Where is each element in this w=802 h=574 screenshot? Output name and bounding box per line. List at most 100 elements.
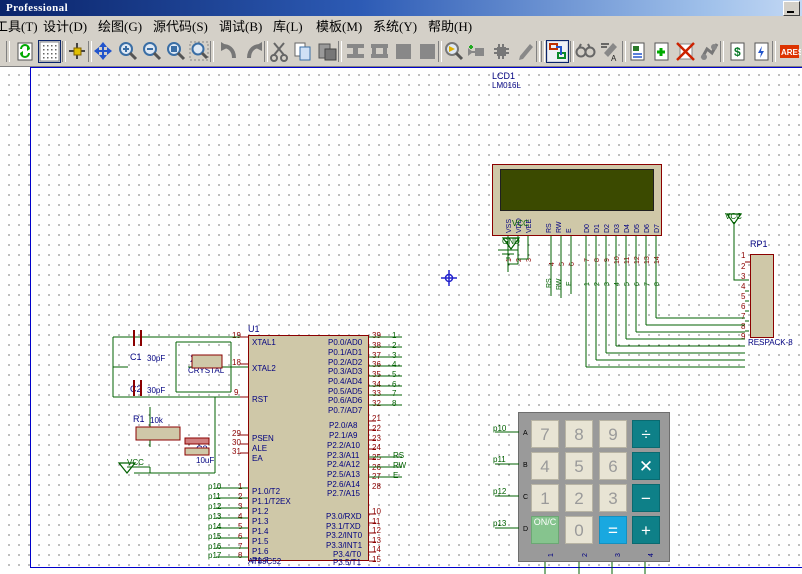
keypad-key-4[interactable]: 4 bbox=[531, 452, 559, 480]
pan-icon[interactable] bbox=[92, 40, 115, 63]
copy-icon[interactable] bbox=[292, 40, 315, 63]
mcu-net-p16[interactable]: p16 bbox=[208, 543, 221, 551]
packaging-tool-icon[interactable] bbox=[490, 40, 513, 63]
lcd-net-d6[interactable]: 7 bbox=[644, 282, 651, 286]
mcu-net-d7[interactable]: 8 bbox=[392, 400, 396, 408]
grid-toggle-icon[interactable] bbox=[38, 40, 61, 63]
c1-ref[interactable]: C1 bbox=[130, 353, 142, 362]
design-explorer-icon[interactable] bbox=[626, 40, 649, 63]
left-vcc-label[interactable]: VCC bbox=[127, 459, 144, 467]
mcu-net-p15[interactable]: p15 bbox=[208, 533, 221, 541]
menu-item-sourcecode[interactable]: 源代码(S) bbox=[150, 18, 211, 35]
wire-autorouter-icon[interactable] bbox=[546, 40, 569, 63]
undo-icon[interactable] bbox=[218, 40, 241, 63]
block-rotate-icon[interactable] bbox=[392, 40, 415, 63]
mcu-net-d0[interactable]: 1 bbox=[392, 332, 396, 340]
mcu-net-d3[interactable]: 4 bbox=[392, 361, 396, 369]
lcd-net-rw[interactable]: RW bbox=[556, 278, 563, 290]
refresh-icon[interactable] bbox=[14, 40, 37, 63]
keypad-key-multiply[interactable]: ✕ bbox=[632, 452, 660, 480]
x1-ref[interactable]: X1 bbox=[190, 355, 201, 364]
respack-body[interactable] bbox=[750, 254, 774, 338]
keypad-key-on-c[interactable]: ON/C bbox=[531, 516, 559, 544]
lcd-vcc-label[interactable]: VCC bbox=[512, 220, 529, 228]
keypad-key-1[interactable]: 1 bbox=[531, 484, 559, 512]
zoom-area-icon[interactable] bbox=[188, 40, 211, 63]
lcd-net-d3[interactable]: 4 bbox=[614, 282, 621, 286]
menu-item-tools[interactable]: 工具(T) bbox=[0, 18, 41, 35]
origin-icon[interactable] bbox=[66, 40, 89, 63]
make-device-icon[interactable] bbox=[466, 40, 489, 63]
keypad-net-row-b[interactable]: p11 bbox=[493, 456, 506, 464]
menu-item-graph[interactable]: 绘图(G) bbox=[95, 18, 145, 35]
mcu-net-rs[interactable]: RS bbox=[393, 452, 404, 460]
keypad-key-6[interactable]: 6 bbox=[599, 452, 627, 480]
zoom-in-icon[interactable] bbox=[116, 40, 139, 63]
c3-ref[interactable]: C3 bbox=[196, 445, 208, 454]
new-sheet-icon[interactable] bbox=[650, 40, 673, 63]
mcu-net-e[interactable]: E bbox=[393, 472, 398, 480]
keypad-net-row-c[interactable]: p12 bbox=[493, 488, 506, 496]
redo-icon[interactable] bbox=[242, 40, 265, 63]
remove-sheet-icon[interactable] bbox=[674, 40, 697, 63]
keypad-key-7[interactable]: 7 bbox=[531, 420, 559, 448]
cut-icon[interactable] bbox=[268, 40, 291, 63]
schematic-canvas[interactable]: LCD1 LM016L VSS VDD VEE RS RW E D0 D1 D2… bbox=[0, 67, 802, 574]
mcu-net-rw[interactable]: RW bbox=[393, 462, 406, 470]
menu-item-help[interactable]: 帮助(H) bbox=[425, 18, 475, 35]
mcu-net-p10[interactable]: p10 bbox=[208, 483, 221, 491]
keypad-net-row-d[interactable]: p13 bbox=[493, 520, 506, 528]
r1-value[interactable]: 10k bbox=[150, 417, 163, 425]
mcu-net-d1[interactable]: 2 bbox=[392, 342, 396, 350]
keypad-key-2[interactable]: 2 bbox=[565, 484, 593, 512]
menu-item-system[interactable]: 系统(Y) bbox=[370, 18, 420, 35]
mcu-ref[interactable]: U1 bbox=[248, 325, 260, 334]
search-tag-icon[interactable] bbox=[574, 40, 597, 63]
lcd-net-e[interactable]: E bbox=[566, 281, 573, 286]
pick-device-icon[interactable] bbox=[442, 40, 465, 63]
respack-vcc-label[interactable]: VCC bbox=[725, 213, 742, 221]
mcu-net-d2[interactable]: 3 bbox=[392, 352, 396, 360]
netlist-to-ares-icon[interactable]: ARES bbox=[778, 40, 801, 63]
exit-sheet-icon[interactable] bbox=[698, 40, 721, 63]
mcu-net-d6[interactable]: 7 bbox=[392, 390, 396, 398]
keypad-key-8[interactable]: 8 bbox=[565, 420, 593, 448]
lcd-gnd-label[interactable]: GND bbox=[502, 238, 520, 246]
block-move-icon[interactable] bbox=[368, 40, 391, 63]
mcu-net-d5[interactable]: 6 bbox=[392, 381, 396, 389]
property-assignment-icon[interactable]: A bbox=[598, 40, 621, 63]
menu-item-design[interactable]: 设计(D) bbox=[40, 18, 90, 35]
menu-item-debug[interactable]: 调试(B) bbox=[216, 18, 265, 35]
c3-value[interactable]: 10uF bbox=[196, 457, 214, 465]
menu-item-template[interactable]: 模板(M) bbox=[313, 18, 365, 35]
keypad-key-minus[interactable]: − bbox=[632, 484, 660, 512]
c2-value[interactable]: 30pF bbox=[147, 387, 165, 395]
lcd-net-d0[interactable]: 1 bbox=[584, 282, 591, 286]
electrical-rule-check-icon[interactable] bbox=[750, 40, 773, 63]
lcd-net-d1[interactable]: 2 bbox=[594, 282, 601, 286]
lcd-net-rs[interactable]: RS bbox=[546, 278, 553, 288]
r1-ref[interactable]: R1 bbox=[133, 415, 145, 424]
decompose-icon[interactable] bbox=[514, 40, 537, 63]
mcu-net-d4[interactable]: 5 bbox=[392, 371, 396, 379]
keypad-key-3[interactable]: 3 bbox=[599, 484, 627, 512]
mcu-net-p17[interactable]: p17 bbox=[208, 552, 221, 560]
lcd-net-d4[interactable]: 5 bbox=[624, 282, 631, 286]
block-copy-icon[interactable] bbox=[344, 40, 367, 63]
respack-ref[interactable]: RP1 bbox=[750, 240, 768, 249]
block-delete-icon[interactable] bbox=[416, 40, 439, 63]
lcd-net-d2[interactable]: 3 bbox=[604, 282, 611, 286]
respack-value[interactable]: RESPACK-8 bbox=[748, 339, 793, 347]
mcu-net-p14[interactable]: p14 bbox=[208, 523, 221, 531]
lcd-net-d5[interactable]: 6 bbox=[634, 282, 641, 286]
keypad-key-9[interactable]: 9 bbox=[599, 420, 627, 448]
lcd-net-d7[interactable]: 8 bbox=[654, 282, 661, 286]
lcd-value[interactable]: LM016L bbox=[492, 82, 521, 90]
menu-item-library[interactable]: 库(L) bbox=[270, 18, 306, 35]
mcu-net-p11[interactable]: p11 bbox=[208, 493, 221, 501]
keypad-key-divide[interactable]: ÷ bbox=[632, 420, 660, 448]
mcu-net-p12[interactable]: p12 bbox=[208, 503, 221, 511]
minimize-button[interactable] bbox=[783, 1, 800, 16]
c2-ref[interactable]: C2 bbox=[130, 385, 142, 394]
keypad-key-0[interactable]: 0 bbox=[565, 516, 593, 544]
